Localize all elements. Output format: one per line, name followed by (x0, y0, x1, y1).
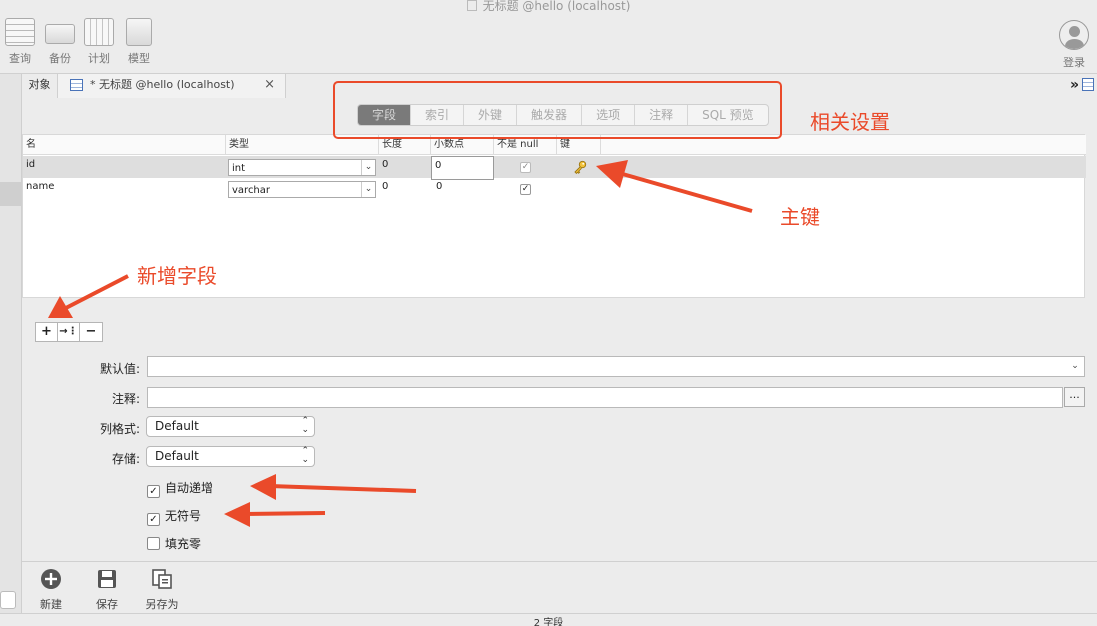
new-label: 新建 (40, 598, 62, 611)
schedule-button[interactable]: 计划 (79, 18, 119, 66)
save-as-icon (152, 569, 172, 589)
comment-label: 注释: (111, 392, 140, 406)
annotation-add-field-text: 新增字段 (137, 264, 217, 288)
updown-chevron-icon: ⌃ ⌄ (301, 416, 309, 435)
insert-field-button[interactable]: →⋮ (58, 323, 80, 341)
arrow-to-auto-increment (269, 484, 417, 493)
chevron-down-icon[interactable]: ⌄ (1068, 359, 1082, 374)
query-button[interactable]: 查询 (0, 18, 40, 66)
model-button[interactable]: 模型 (119, 18, 159, 66)
annotation-settings-text: 相关设置 (810, 110, 890, 134)
sidebar-strip (0, 73, 22, 613)
column-format-value: Default (155, 419, 199, 433)
tab-untitled-label: * 无标题 @hello (localhost) (90, 78, 235, 91)
more-tabs-icon[interactable]: » (1070, 74, 1079, 96)
model-diagram-icon (126, 18, 152, 46)
comment-edit-button[interactable]: ... (1064, 387, 1085, 407)
close-tab-icon[interactable]: × (264, 74, 275, 96)
field-length-cell[interactable]: 0 (379, 178, 388, 200)
user-avatar-icon (1059, 20, 1089, 50)
backup-button[interactable]: 备份 (40, 18, 80, 66)
backup-label: 备份 (49, 52, 71, 65)
annotation-highlight-box (333, 81, 782, 139)
remove-field-button[interactable]: − (80, 323, 102, 341)
field-type-select[interactable]: int ⌄ (228, 159, 376, 176)
unsigned-checkbox[interactable]: ✓ 无符号 (147, 507, 202, 526)
not-null-checkbox[interactable]: ✓ (520, 184, 531, 195)
schedule-label: 计划 (88, 52, 110, 65)
model-label: 模型 (128, 52, 150, 65)
zerofill-label: 填充零 (165, 537, 202, 551)
annotation-primary-key-text: 主键 (780, 205, 820, 229)
chevron-down-icon: ⌄ (361, 182, 375, 197)
field-type-select[interactable]: varchar ⌄ (228, 181, 376, 198)
document-icon (466, 0, 477, 11)
table-row[interactable]: id int ⌄ 0 0 ✓ (23, 156, 1086, 180)
field-decimals-cell[interactable]: 0 (433, 178, 442, 200)
checkbox-checked-icon: ✓ (147, 513, 160, 526)
calendar-clock-icon (84, 18, 114, 46)
col-header-name[interactable]: 名 (23, 135, 226, 155)
chevron-down-icon: ⌄ (361, 160, 375, 175)
field-type-value: int (232, 163, 246, 174)
arrowhead (224, 502, 250, 527)
field-decimals-input[interactable]: 0 (431, 156, 494, 180)
main-toolbar: 查询 备份 计划 模型 登录 (0, 16, 1097, 72)
table-row[interactable]: name varchar ⌄ 0 0 ✓ (23, 178, 1086, 200)
not-null-checkbox[interactable]: ✓ (520, 162, 531, 173)
sidebar-search-input[interactable] (0, 591, 16, 609)
save-label: 保存 (96, 598, 118, 611)
primary-key-icon[interactable] (573, 160, 587, 174)
login-button[interactable]: 登录 (1057, 20, 1091, 70)
default-value-combo[interactable]: ⌄ (147, 356, 1085, 377)
save-as-button[interactable]: 另存为 (140, 568, 184, 612)
window-title: 无标题 @hello (localhost) (0, 0, 1097, 14)
arrow-to-unsigned (243, 511, 326, 516)
new-table-tab-icon[interactable] (1082, 78, 1094, 91)
add-field-button[interactable]: + (36, 323, 58, 341)
storage-label: 存储: (111, 452, 140, 466)
plus-circle-icon (41, 569, 61, 589)
updown-chevron-icon: ⌃ ⌄ (301, 446, 309, 465)
sidebar-selection (0, 182, 22, 206)
table-grid-icon (5, 18, 35, 46)
checkbox-empty-icon (147, 537, 160, 550)
table-icon (70, 79, 83, 91)
arrowhead (250, 474, 276, 500)
field-name-cell[interactable]: id (23, 156, 35, 178)
checkbox-checked-icon: ✓ (147, 485, 160, 498)
new-button[interactable]: 新建 (29, 568, 73, 612)
floppy-disk-icon (98, 570, 116, 588)
bottom-toolbar: 新建 保存 另存为 (22, 561, 1097, 613)
zerofill-checkbox[interactable]: 填充零 (147, 535, 201, 551)
window-title-text: 无标题 @hello (localhost) (482, 0, 631, 13)
login-label: 登录 (1063, 56, 1085, 69)
auto-increment-checkbox[interactable]: ✓ 自动递增 (147, 479, 214, 498)
tab-untitled-table[interactable]: * 无标题 @hello (localhost) × (58, 74, 286, 98)
unsigned-label: 无符号 (165, 509, 202, 523)
tape-backup-icon (45, 24, 75, 44)
auto-increment-label: 自动递增 (165, 481, 214, 495)
storage-value: Default (155, 449, 199, 463)
save-button[interactable]: 保存 (85, 568, 129, 612)
query-label: 查询 (9, 52, 31, 65)
comment-input[interactable] (147, 387, 1063, 408)
column-format-select[interactable]: Default ⌃ ⌄ (146, 416, 315, 437)
tab-objects[interactable]: 对象 (22, 74, 58, 98)
save-as-label: 另存为 (145, 598, 179, 611)
default-label: 默认值: (99, 362, 140, 376)
field-name-cell[interactable]: name (23, 178, 54, 200)
storage-select[interactable]: Default ⌃ ⌄ (146, 446, 315, 467)
field-type-value: varchar (232, 185, 271, 196)
status-bar: 2 字段 (0, 613, 1097, 626)
arrowhead (48, 296, 73, 318)
field-buttons: + →⋮ − (35, 322, 103, 342)
column-format-label: 列格式: (99, 422, 140, 436)
field-length-cell[interactable]: 0 (379, 156, 388, 178)
